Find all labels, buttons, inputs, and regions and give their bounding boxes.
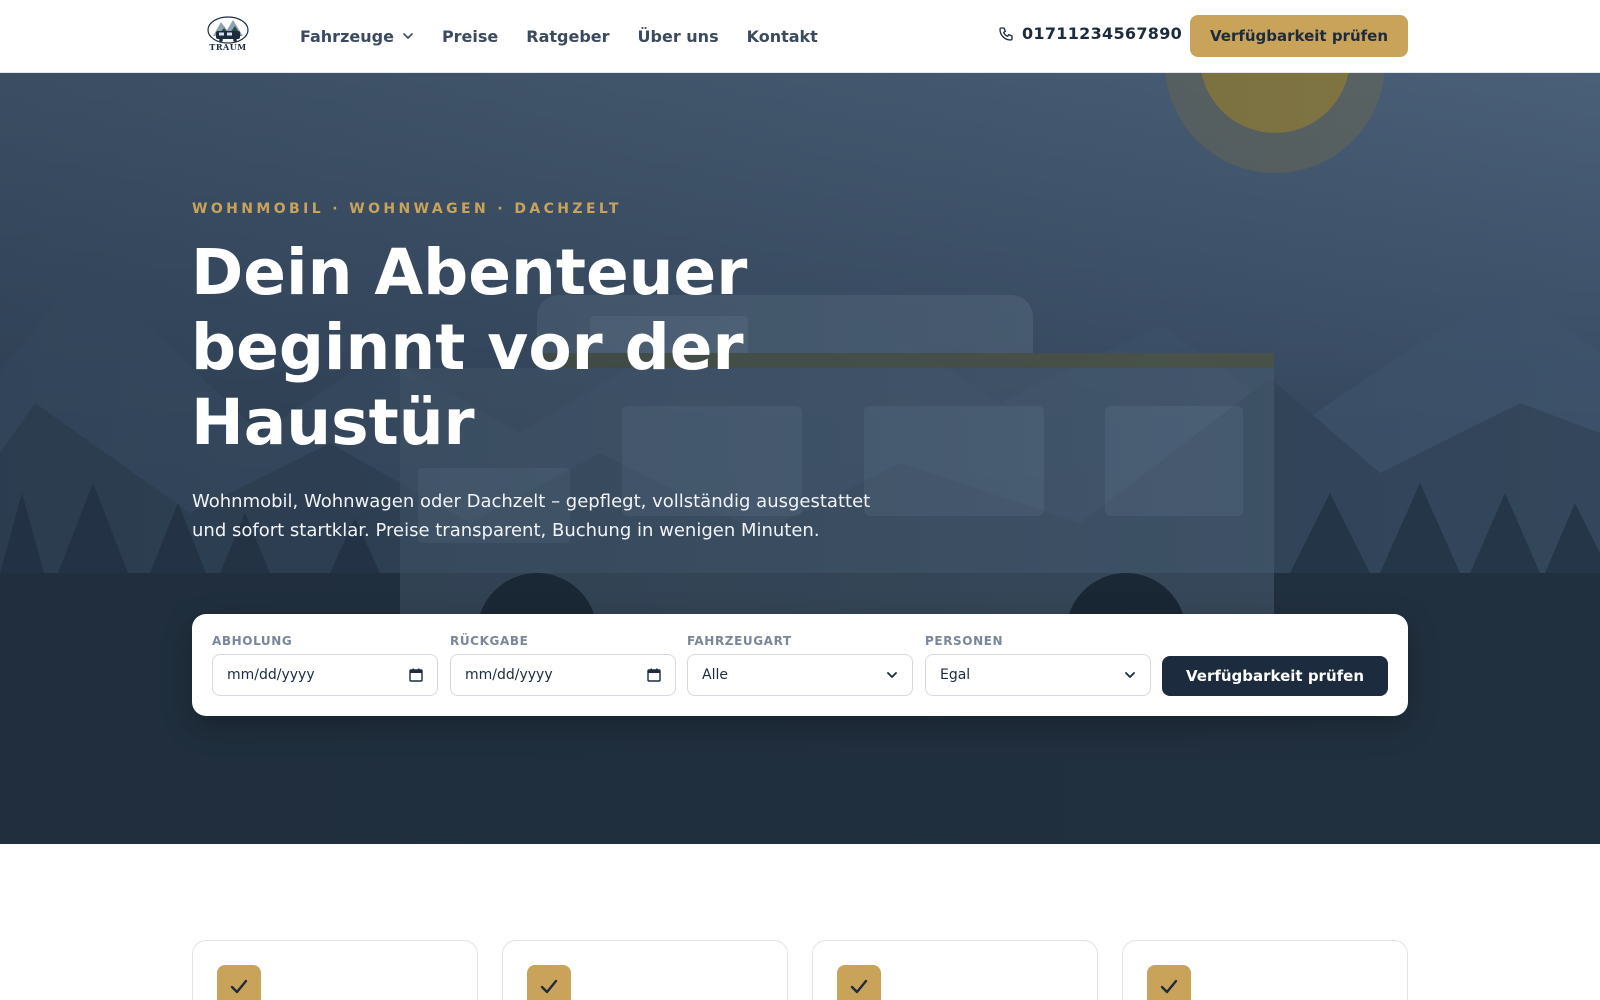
check-icon bbox=[1160, 979, 1178, 994]
return-date-input[interactable]: mm/dd/yyyy bbox=[450, 654, 676, 696]
check-availability-button[interactable]: Verfügbarkeit prüfen bbox=[1190, 15, 1408, 57]
nav-item-label: Fahrzeuge bbox=[300, 26, 394, 46]
hero-eyebrow: WOHNMOBIL · WOHNWAGEN · DACHZELT bbox=[192, 201, 622, 217]
persons-select[interactable]: Egal bbox=[925, 654, 1151, 696]
calendar-icon bbox=[409, 668, 423, 682]
pickup-label: ABHOLUNG bbox=[212, 634, 293, 648]
feature-card bbox=[1122, 940, 1408, 1000]
phone-icon bbox=[999, 26, 1013, 41]
phone-number: 01711234567890 bbox=[1022, 24, 1183, 43]
nav-item-label: Preise bbox=[441, 26, 499, 46]
logo-wordmark: TRAUM bbox=[209, 42, 247, 52]
chevron-down-icon bbox=[1125, 672, 1135, 678]
feature-badge bbox=[527, 965, 571, 1000]
persons-label: PERSONEN bbox=[925, 634, 1004, 648]
pickup-placeholder: mm/dd/yyyy bbox=[227, 667, 315, 683]
feature-badge bbox=[837, 965, 881, 1000]
nav-item-label: Ratgeber bbox=[526, 26, 610, 46]
chevron-down-icon bbox=[887, 672, 897, 678]
availability-search-form: ABHOLUNG mm/dd/yyyy RÜCKGABE mm/dd/yyyy … bbox=[192, 614, 1408, 716]
vehicle-type-field: FAHRZEUGART Alle bbox=[687, 634, 913, 696]
nav-item-label: Kontakt bbox=[746, 26, 818, 46]
phone-link[interactable]: 01711234567890 bbox=[998, 24, 1182, 43]
hero-section: WOHNMOBIL · WOHNWAGEN · DACHZELT Dein Ab… bbox=[0, 73, 1600, 844]
return-placeholder: mm/dd/yyyy bbox=[465, 667, 553, 683]
nav-item-ueber-uns[interactable]: Über uns bbox=[638, 27, 719, 46]
camper-logo-icon bbox=[207, 16, 249, 44]
site-header: TRAUM Fahrzeuge Preise Ratgeber Über uns… bbox=[0, 0, 1600, 73]
pickup-date-input[interactable]: mm/dd/yyyy bbox=[212, 654, 438, 696]
nav-item-preise[interactable]: Preise bbox=[442, 27, 498, 46]
return-label: RÜCKGABE bbox=[450, 634, 529, 648]
persons-value: Egal bbox=[940, 667, 971, 683]
vehicle-type-value: Alle bbox=[702, 667, 728, 683]
brand-logo[interactable]: TRAUM bbox=[205, 14, 251, 52]
nav-item-ratgeber[interactable]: Ratgeber bbox=[526, 27, 609, 46]
pickup-field: ABHOLUNG mm/dd/yyyy bbox=[212, 634, 438, 696]
nav-item-fahrzeuge[interactable]: Fahrzeuge bbox=[300, 27, 414, 46]
check-icon bbox=[230, 979, 248, 994]
main-nav: Fahrzeuge Preise Ratgeber Über uns Konta… bbox=[300, 0, 818, 72]
return-field: RÜCKGABE mm/dd/yyyy bbox=[450, 634, 676, 696]
feature-badge bbox=[217, 965, 261, 1000]
feature-card bbox=[192, 940, 478, 1000]
check-icon bbox=[540, 979, 558, 994]
feature-badge bbox=[1147, 965, 1191, 1000]
nav-item-label: Über uns bbox=[637, 26, 719, 46]
feature-card bbox=[502, 940, 788, 1000]
check-icon bbox=[850, 979, 868, 994]
nav-item-kontakt[interactable]: Kontakt bbox=[747, 27, 818, 46]
hero-subtitle: Wohnmobil, Wohnwagen oder Dachzelt – gep… bbox=[192, 491, 871, 541]
chevron-down-icon bbox=[403, 33, 413, 39]
search-submit-button[interactable]: Verfügbarkeit prüfen bbox=[1162, 656, 1388, 696]
feature-card bbox=[812, 940, 1098, 1000]
persons-field: PERSONEN Egal bbox=[925, 634, 1151, 696]
vehicle-type-select[interactable]: Alle bbox=[687, 654, 913, 696]
feature-cards bbox=[192, 940, 1408, 1000]
vehicle-type-label: FAHRZEUGART bbox=[687, 634, 792, 648]
calendar-icon bbox=[647, 668, 661, 682]
hero-title: Dein Abenteuer beginnt vor der Haustür bbox=[191, 236, 748, 459]
